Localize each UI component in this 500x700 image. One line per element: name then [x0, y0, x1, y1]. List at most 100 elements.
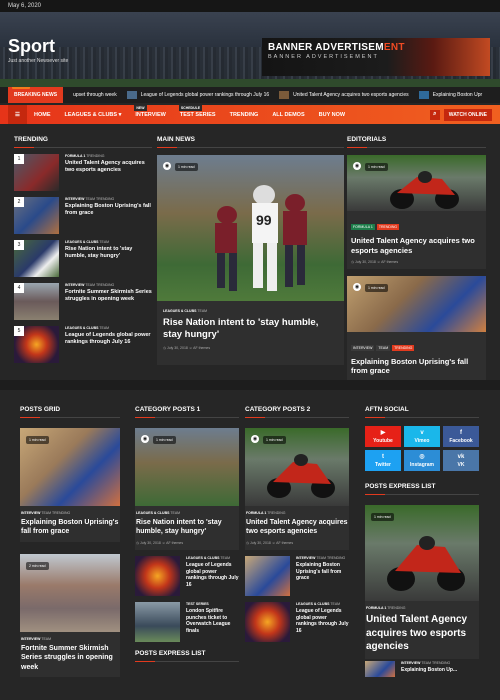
nav-home[interactable]: HOME: [27, 112, 58, 118]
post-image[interactable]: ◉ 1 min read: [347, 155, 486, 211]
post-title[interactable]: League of Legends global power rankings …: [65, 332, 152, 347]
banner-line-1-accent: ENT: [383, 42, 405, 53]
read-time: 1 min read: [365, 163, 388, 171]
banner-advertisement[interactable]: BANNER ADVERTISEMENT BANNER ADVERTISEMEN…: [262, 38, 490, 76]
post-thumbnail[interactable]: 2: [14, 197, 59, 234]
grid-post[interactable]: 1 min read INTERVIEW TEAM TRENDING Expla…: [20, 428, 120, 542]
post-thumbnail[interactable]: 5: [14, 326, 59, 363]
post-title[interactable]: League of Legends global power rankings …: [296, 608, 349, 635]
category-posts-2-section: CATEGORY POSTS 2 ◉ 1 min read FORMULA 1 …: [245, 406, 349, 642]
banner-line-2: BANNER ADVERTISEMENT: [268, 54, 379, 60]
category-pill[interactable]: INTERVIEW: [351, 344, 375, 351]
nav-trending[interactable]: TRENDING: [223, 112, 266, 118]
post-meta: ◷ July 30, 2018 ☺ AF themes: [351, 259, 399, 264]
trending-item[interactable]: 2 INTERVIEW TEAM TRENDING Explaining Bost…: [14, 197, 152, 234]
post-title[interactable]: Explaining Boston Uprising's fall from g…: [351, 357, 482, 377]
post-title[interactable]: Explaining Boston Uprising's fall from g…: [21, 518, 119, 537]
trending-item[interactable]: 3 LEAGUES & CLUBS TEAM Rise Nation intent…: [14, 240, 152, 277]
instagram-button[interactable]: ◎ Instagram: [404, 450, 440, 471]
post-thumbnail[interactable]: [365, 660, 395, 677]
category-pill[interactable]: TEAM: [376, 344, 391, 351]
post-title[interactable]: Fortnite Summer Skirmish Series struggle…: [21, 644, 119, 672]
post-image[interactable]: 1 min read: [365, 505, 479, 601]
facebook-icon: f: [460, 429, 462, 436]
post-title[interactable]: United Talent Agency acquires two esport…: [65, 160, 152, 175]
grid-post[interactable]: 2 min read INTERVIEW TEAM Fortnite Summe…: [20, 553, 120, 678]
camera-icon: ◉: [353, 162, 361, 170]
post-image[interactable]: ◉ 1 min read: [135, 428, 239, 506]
category-pill[interactable]: TRENDING: [392, 344, 415, 351]
list-item[interactable]: INTERVIEW TEAM TRENDING Explaining Boston…: [245, 555, 349, 596]
ticker-item[interactable]: Explaining Boston Upr: [418, 91, 482, 99]
vimeo-button[interactable]: v Vimeo: [404, 426, 440, 447]
post-image[interactable]: ◉ 1 min read: [347, 275, 486, 332]
post-title[interactable]: Explaining Boston Uprising's fall from g…: [296, 562, 349, 582]
camera-icon: ◉: [163, 162, 171, 170]
facebook-button[interactable]: f Facebook: [443, 426, 479, 447]
vk-button[interactable]: vk VK: [443, 450, 479, 471]
post-title[interactable]: United Talent Agency acquires two esport…: [351, 236, 482, 256]
post-thumbnail[interactable]: [135, 555, 180, 596]
ticker-item[interactable]: League of Legends global power rankings …: [126, 91, 269, 99]
category-pill[interactable]: FORMULA 1: [351, 224, 375, 230]
post-thumbnail[interactable]: [135, 601, 180, 642]
post-title[interactable]: United Talent Agency acquires two esport…: [366, 613, 478, 654]
ticker-item[interactable]: upset through week: [73, 92, 117, 98]
menu-icon[interactable]: ☰: [8, 105, 27, 124]
trending-item[interactable]: 4 INTERVIEW TEAM TRENDING Fortnite Summer…: [14, 283, 152, 320]
post-title[interactable]: Explaining Boston Uprising's fall from g…: [65, 203, 152, 218]
list-item[interactable]: LEAGUES & CLUBS TEAM League of Legends gl…: [135, 555, 239, 596]
section-title: CATEGORY POSTS 2: [245, 406, 349, 418]
post-title[interactable]: London Spitfire punches ticket to Overwa…: [186, 608, 239, 635]
nav-interview[interactable]: NEW INTERVIEW: [128, 104, 172, 118]
trending-item[interactable]: 5 LEAGUES & CLUBS TEAM League of Legends …: [14, 326, 152, 363]
search-icon[interactable]: ⌕: [429, 109, 440, 120]
post-thumbnail[interactable]: [245, 555, 290, 596]
post-title[interactable]: Rise Nation intent to 'stay humble, stay…: [136, 518, 238, 537]
watch-online-button[interactable]: WATCH ONLINE: [443, 108, 492, 121]
banner-line-1: BANNER ADVERTISEM: [268, 42, 384, 53]
read-time: 1 min read: [26, 436, 49, 444]
instagram-icon: ◎: [419, 454, 425, 460]
list-item[interactable]: LEAGUES & CLUBS TEAM League of Legends gl…: [245, 601, 349, 642]
post-title[interactable]: League of Legends global power rankings …: [186, 562, 239, 589]
twitter-button[interactable]: t Twitter: [365, 450, 401, 471]
camera-icon: ◉: [251, 435, 259, 443]
ticker-thumbnail: [126, 91, 137, 99]
post-thumbnail[interactable]: [245, 601, 290, 642]
post-thumbnail[interactable]: 4: [14, 283, 59, 320]
post-thumbnail[interactable]: 3: [14, 240, 59, 277]
category-pill[interactable]: TRENDING: [376, 224, 400, 230]
read-time: 1 min read: [153, 436, 176, 444]
youtube-button[interactable]: ▶ Youtube: [365, 426, 401, 447]
list-item[interactable]: TEST SERIES London Spitfire punches ticke…: [135, 601, 239, 642]
post-thumbnail[interactable]: 1: [14, 154, 59, 191]
editorial-card[interactable]: ◉ 1 min read FORMULA 1 TRENDING United Ta…: [347, 155, 486, 269]
post-image[interactable]: ◉ 1 min read: [245, 428, 349, 506]
section-title: AFTN SOCIAL: [365, 406, 479, 418]
main-news-image[interactable]: 99 ◉ 1 min read: [157, 155, 344, 301]
express-post[interactable]: 1 min read FORMULA 1 TRENDING United Tal…: [365, 505, 479, 659]
category-post[interactable]: ◉ 1 min read LEAGUES & CLUBS TEAM Rise N…: [135, 428, 239, 550]
main-news-headline[interactable]: Rise Nation intent to 'stay humble, stay…: [163, 317, 338, 342]
social-buttons: ▶ Youtube v Vimeo f Facebook t Twitter ◎ Inst…: [365, 426, 479, 471]
post-title[interactable]: Rise Nation intent to 'stay humble, stay…: [65, 246, 152, 261]
site-title[interactable]: Sport: [8, 36, 55, 57]
category-post[interactable]: ◉ 1 min read FORMULA 1 TRENDING United T…: [245, 428, 349, 550]
post-title[interactable]: Explaining Boston Up...: [401, 667, 457, 674]
post-image[interactable]: 2 min read: [20, 553, 120, 632]
nav-test-series[interactable]: SCHEDULE TEST SERIES: [173, 104, 223, 118]
ticker-item[interactable]: United Talent Agency acquires two esport…: [279, 91, 409, 99]
editorial-card[interactable]: ◉ 1 min read INTERVIEW TEAM TRENDING Expla…: [347, 275, 486, 389]
trending-item[interactable]: 1 FORMULA 1 TRENDING United Talent Agency…: [14, 154, 152, 191]
nav-leagues-clubs[interactable]: LEAGUES & CLUBS ▾: [58, 112, 129, 118]
ticker-thumbnail: [418, 91, 429, 99]
post-title[interactable]: Fortnite Summer Skirmish Series struggle…: [65, 289, 152, 304]
nav-all-demos[interactable]: ALL DEMOS: [265, 112, 311, 118]
nav-buy-now[interactable]: BUY NOW: [312, 112, 352, 118]
section-title: MAIN NEWS: [157, 136, 344, 148]
football-players-illustration: 99: [215, 185, 307, 291]
list-item[interactable]: INTERVIEW TEAM TRENDING Explaining Boston…: [365, 660, 479, 677]
post-image[interactable]: 1 min read: [20, 428, 120, 506]
post-title[interactable]: United Talent Agency acquires two esport…: [246, 518, 348, 537]
